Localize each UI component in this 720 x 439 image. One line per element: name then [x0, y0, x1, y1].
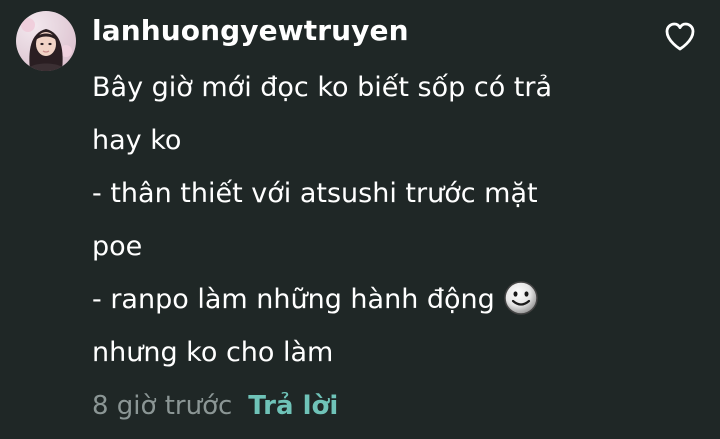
username[interactable]: lanhuongyewtruyen: [92, 14, 409, 47]
comment-text-line: poe: [92, 231, 143, 262]
avatar-image: [21, 18, 72, 71]
comment-text-line-with-emoji: - ranpo làm những hành động: [92, 280, 539, 319]
comment-text-line: hay ko: [92, 125, 182, 156]
timestamp: 8 giờ trước: [92, 391, 233, 421]
comment-footer: 8 giờ trước Trả lời: [92, 388, 338, 424]
comment-text-line: nhưng ko cho làm: [92, 337, 334, 368]
comment-item: lanhuongyewtruyen Bây giờ mới đọc ko biế…: [0, 0, 720, 439]
smirk-face-emoji-icon: [503, 280, 539, 316]
like-button[interactable]: [660, 18, 700, 54]
comment-text-line: Bây giờ mới đọc ko biết sốp có trả: [92, 72, 553, 103]
comment-text-segment: - ranpo làm những hành động: [92, 284, 495, 315]
avatar[interactable]: [16, 11, 76, 71]
reply-button[interactable]: Trả lời: [248, 391, 338, 421]
comment-text-line: - thân thiết với atsushi trước mặt: [92, 178, 538, 209]
heart-outline-icon: [665, 22, 695, 51]
